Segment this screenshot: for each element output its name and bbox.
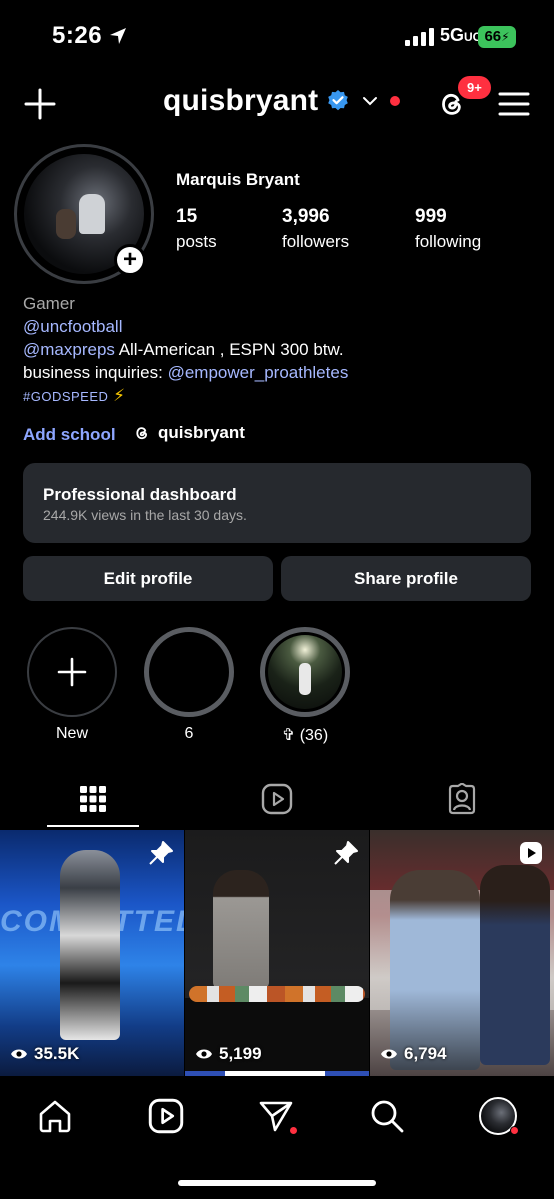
location-arrow-icon (110, 28, 126, 44)
tab-tagged[interactable] (404, 770, 520, 828)
threads-handle: quisbryant (158, 423, 245, 442)
stat-posts-value: 15 (176, 206, 198, 227)
post-views: 6,794 (380, 1044, 447, 1064)
nav-reels[interactable] (146, 1096, 186, 1136)
notifications-badge[interactable]: 9+ (456, 74, 493, 101)
add-story-icon[interactable]: + (114, 244, 146, 276)
network-type: 5GUC (440, 25, 482, 45)
pin-icon (149, 841, 173, 865)
bio-mention-maxpreps[interactable]: @maxpreps (23, 340, 115, 359)
post-views: 5,199 (195, 1044, 262, 1064)
stat-following-value: 999 (415, 206, 447, 227)
stat-followers-value: 3,996 (282, 206, 330, 227)
username: quisbryant (163, 84, 319, 117)
nav-home[interactable] (35, 1096, 75, 1136)
highlight-item[interactable]: ✞ (36) (260, 627, 350, 745)
stat-following-label: following (415, 232, 482, 251)
reel-icon (520, 842, 542, 864)
stat-posts-label: posts (176, 232, 217, 251)
tagged-person-icon (448, 783, 476, 815)
eye-icon (196, 1049, 212, 1059)
status-time: 5:26 (52, 22, 103, 49)
post-views-count: 35.5K (34, 1044, 80, 1063)
bio-text: All-American , ESPN 300 btw. (114, 340, 344, 359)
reels-icon (148, 1098, 184, 1134)
profile-tabs (0, 770, 554, 828)
post-tile[interactable]: 6,794 (370, 830, 554, 1076)
status-bar: 5:26 5GUC 66⚡ (0, 0, 554, 72)
threads-icon (136, 427, 147, 440)
post-views-count: 6,794 (404, 1044, 447, 1063)
stat-following[interactable]: 999 following (415, 206, 481, 252)
stat-followers[interactable]: 3,996 followers (282, 206, 349, 252)
battery-indicator: 66⚡ (478, 26, 516, 48)
bio-category: Gamer (23, 294, 75, 313)
add-school-link[interactable]: Add school (23, 425, 116, 445)
bio: Gamer @uncfootball @maxpreps All-America… (23, 292, 543, 408)
bio-emoji: ⚡ (113, 386, 126, 405)
post-tile[interactable]: COMMITTED 35.5K (0, 830, 184, 1076)
highlight-new-ring (27, 627, 117, 717)
highlight-label: ✞ (36) (281, 727, 329, 744)
stat-followers-label: followers (282, 232, 350, 251)
highlight-label: 6 (184, 725, 194, 742)
full-name: Marquis Bryant (176, 170, 300, 189)
post-tile[interactable]: 5,199 (185, 830, 369, 1076)
threads-profile-link[interactable]: quisbryant (132, 423, 245, 443)
grid-icon (80, 786, 106, 812)
account-switcher[interactable]: quisbryant (163, 84, 401, 118)
cellular-signal-icon (405, 28, 434, 46)
post-views-count: 5,199 (219, 1044, 262, 1063)
professional-dashboard[interactable]: Professional dashboard 244.9K views in t… (23, 463, 531, 543)
highlight-ring (144, 627, 234, 717)
highlight-cover (152, 635, 226, 709)
highlight-cover (268, 635, 342, 709)
bio-text: business inquiries: (23, 363, 168, 382)
pin-icon (334, 841, 358, 865)
highlight-ring (260, 627, 350, 717)
bio-hashtag[interactable]: #GODSPEED (23, 389, 108, 404)
eye-icon (11, 1049, 27, 1059)
home-icon (39, 1100, 71, 1133)
unread-dot (510, 1126, 519, 1135)
verified-badge-icon (328, 90, 349, 111)
edit-profile-button[interactable]: Edit profile (23, 556, 273, 601)
highlight-item[interactable]: 6 (144, 627, 234, 743)
create-plus-icon[interactable] (22, 86, 58, 122)
bio-mention-empower[interactable]: @empower_proathletes (168, 363, 349, 382)
highlight-label: New (55, 725, 88, 742)
stat-posts[interactable]: 15 posts (176, 206, 217, 252)
chevron-down-icon (363, 97, 378, 106)
unread-dot (289, 1126, 298, 1135)
dashboard-title: Professional dashboard (43, 485, 237, 504)
bio-link-uncfootball[interactable]: @uncfootball (23, 317, 123, 336)
active-tab-indicator (47, 825, 139, 827)
unread-dot (390, 96, 401, 106)
nav-search[interactable] (367, 1096, 407, 1136)
hamburger-menu-icon[interactable] (498, 90, 530, 118)
tab-grid[interactable] (35, 770, 151, 828)
share-profile-button[interactable]: Share profile (281, 556, 531, 601)
dashboard-subtitle: 244.9K views in the last 30 days. (43, 507, 247, 523)
profile-header: quisbryant 9+ (0, 74, 554, 130)
tab-reels[interactable] (219, 770, 335, 828)
plus-icon (57, 657, 87, 687)
post-views: 35.5K (10, 1044, 79, 1064)
home-indicator (178, 1180, 376, 1186)
nav-profile[interactable] (478, 1096, 519, 1136)
highlight-new[interactable]: New (27, 627, 117, 743)
search-icon (371, 1100, 404, 1133)
nav-direct-messages[interactable] (256, 1096, 298, 1136)
reels-icon (261, 783, 293, 815)
eye-icon (381, 1049, 397, 1059)
